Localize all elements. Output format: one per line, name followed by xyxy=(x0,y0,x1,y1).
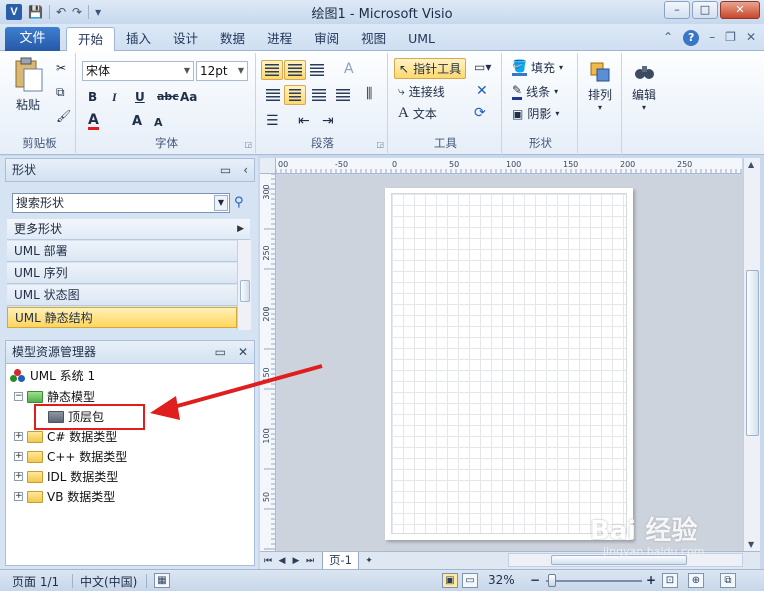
prev-page-icon[interactable]: ◀ xyxy=(276,556,288,566)
zoom-percent[interactable]: 32% xyxy=(488,573,515,587)
pan-zoom-icon[interactable]: ⊕ xyxy=(688,573,704,588)
status-divider xyxy=(146,574,147,588)
macro-record-icon[interactable]: ▦ xyxy=(154,573,170,588)
language-status[interactable]: 中文(中国) xyxy=(80,573,137,590)
switch-windows-icon[interactable]: ⧉ xyxy=(720,573,736,588)
normal-view-icon[interactable]: ▣ xyxy=(442,573,458,588)
first-page-icon[interactable]: ⏮ xyxy=(262,556,274,566)
next-page-icon[interactable]: ▶ xyxy=(290,556,302,566)
insert-page-icon[interactable]: ✦ xyxy=(363,556,375,566)
status-divider xyxy=(72,574,73,588)
zoom-in-icon[interactable]: + xyxy=(646,573,656,587)
last-page-icon[interactable]: ⏭ xyxy=(304,556,316,566)
baidu-watermark: Bai 经验 xyxy=(590,516,698,546)
full-screen-icon[interactable]: ▭ xyxy=(462,573,478,588)
annotation-arrow xyxy=(150,364,323,420)
status-bar: 页面 1/1 中文(中国) ▦ ▣ ▭ 32% − + ⊡ ⊕ ⧉ xyxy=(0,569,764,591)
zoom-slider-thumb[interactable] xyxy=(548,574,556,587)
fit-page-icon[interactable]: ⊡ xyxy=(662,573,678,588)
page-tab-1[interactable]: 页-1 xyxy=(322,551,359,570)
page-number-status[interactable]: 页面 1/1 xyxy=(12,573,59,590)
zoom-slider-track[interactable] xyxy=(546,580,642,582)
baidu-watermark-url: jingyan.baidu.com xyxy=(603,545,705,558)
zoom-out-icon[interactable]: − xyxy=(530,573,540,587)
